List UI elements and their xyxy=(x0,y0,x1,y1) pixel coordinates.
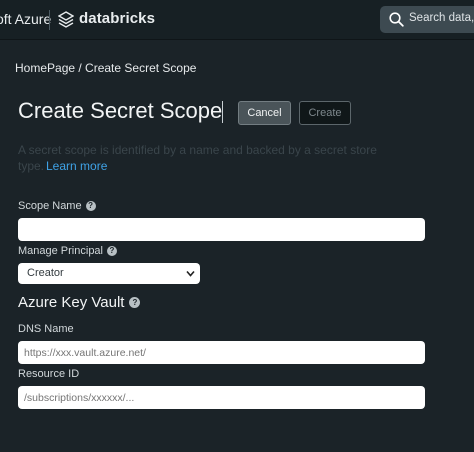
microsoft-azure-brand[interactable]: oft Azure xyxy=(0,11,51,27)
search-placeholder: Search data, n xyxy=(409,12,474,24)
breadcrumb[interactable]: HomePage / Create Secret Scope xyxy=(15,61,196,75)
databricks-wordmark[interactable]: databricks xyxy=(79,10,155,27)
scope-name-input[interactable] xyxy=(18,218,425,241)
top-navigation-bar: oft Azure databricks Search data, n xyxy=(0,0,474,40)
databricks-logo-icon[interactable] xyxy=(58,11,74,28)
learn-more-link[interactable]: Learn more xyxy=(46,159,107,173)
create-button[interactable]: Create xyxy=(299,101,351,125)
resource-id-label-text: Resource ID xyxy=(18,368,80,380)
azure-key-vault-heading: Azure Key Vault ? xyxy=(18,294,141,311)
resource-id-label: Resource ID xyxy=(18,368,79,380)
dns-name-input[interactable] xyxy=(18,341,425,364)
description-text-continued: type. xyxy=(18,159,45,173)
manage-principal-label: Manage Principal ? xyxy=(18,245,117,257)
azure-key-vault-title: Azure Key Vault xyxy=(18,294,125,311)
resource-id-input[interactable] xyxy=(18,386,425,409)
manage-principal-help-icon[interactable]: ? xyxy=(107,246,117,256)
title-divider xyxy=(222,101,223,123)
cancel-button[interactable]: Cancel xyxy=(238,101,291,125)
dns-name-label-text: DNS Name xyxy=(18,323,74,335)
description-text: A secret scope is identified by a name a… xyxy=(18,143,377,157)
manage-principal-label-text: Manage Principal xyxy=(18,245,103,257)
scope-name-label: Scope Name ? xyxy=(18,200,96,212)
page-title: Create Secret Scope xyxy=(18,98,223,123)
global-search-input[interactable]: Search data, n xyxy=(380,6,474,33)
manage-principal-selected-value: Creator xyxy=(27,267,64,279)
scope-name-label-text: Scope Name xyxy=(18,200,82,212)
search-icon xyxy=(389,12,404,27)
dns-name-label: DNS Name xyxy=(18,323,74,335)
brand-divider xyxy=(49,10,50,30)
chevron-down-icon xyxy=(186,270,195,277)
scope-name-help-icon[interactable]: ? xyxy=(85,201,96,211)
manage-principal-select[interactable]: Creator xyxy=(18,263,200,284)
azure-key-vault-help-icon[interactable]: ? xyxy=(129,297,141,308)
